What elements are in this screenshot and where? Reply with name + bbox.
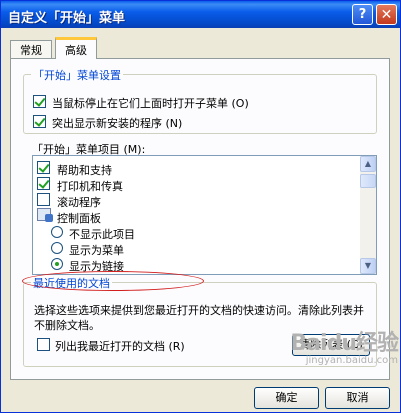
scroll-down-icon[interactable]: ▼ <box>360 258 376 274</box>
list-item-label: 不显示此项目 <box>69 228 135 241</box>
list-item-label: 打印机和传真 <box>57 180 123 193</box>
list-recent-documents-checkbox[interactable] <box>37 338 50 351</box>
tab-general[interactable]: 常规 <box>10 40 52 59</box>
start-menu-settings-group: 「开始」菜单设置 当鼠标停止在它们上面时打开子菜单 (O) 突出显示新安装的程序… <box>23 67 377 134</box>
ok-button[interactable]: 确定 <box>254 387 319 409</box>
annotation-ellipse <box>22 271 204 291</box>
tab-advanced[interactable]: 高级 <box>55 37 97 60</box>
control-panel-icon <box>37 208 53 222</box>
start-menu-items-list[interactable]: 帮助和支持 打印机和传真 滚动程序 控制面板 不显示此项目 显示为菜单 显示为链… <box>32 155 377 275</box>
list-item-label: 控制面板 <box>57 212 101 225</box>
tab-strip: 常规 高级 <box>10 35 390 60</box>
help-support-checkbox[interactable] <box>37 161 50 174</box>
display-as-link-radio[interactable] <box>51 258 63 270</box>
highlight-new-programs-checkbox[interactable] <box>33 115 46 128</box>
list-item-label: 帮助和支持 <box>57 164 112 177</box>
baidu-watermark: Baidu经验 jingyan.baidu.com <box>286 331 399 377</box>
highlight-new-programs-label[interactable]: 突出显示新安装的程序 (N) <box>52 115 182 131</box>
display-as-menu-radio[interactable] <box>51 242 63 254</box>
watermark-title: Baidu经验 <box>290 331 399 356</box>
scroll-thumb[interactable] <box>360 174 376 188</box>
open-submenu-label[interactable]: 当鼠标停止在它们上面时打开子菜单 (O) <box>52 95 249 111</box>
list-scrollbar[interactable]: ▲ ▼ <box>360 156 376 274</box>
recent-documents-description: 选择这些选项来提供到您最近打开的文档的快速访问。清除此列表并不删除文档。 <box>34 304 364 332</box>
cancel-button[interactable]: 取消 <box>325 387 390 409</box>
close-button[interactable]: ✕ <box>376 4 397 25</box>
open-submenu-checkbox[interactable] <box>33 95 46 108</box>
list-item-label: 滚动程序 <box>57 196 101 209</box>
list-item-label: 显示为菜单 <box>69 244 124 257</box>
window-title: 自定义「开始」菜单 <box>8 11 126 26</box>
help-button[interactable]: ? <box>352 4 373 25</box>
scroll-up-icon[interactable]: ▲ <box>360 156 376 172</box>
printers-checkbox[interactable] <box>37 177 50 190</box>
list-recent-documents-label[interactable]: 列出我最近打开的文档 (R) <box>55 338 185 354</box>
dont-display-radio[interactable] <box>51 226 63 238</box>
customize-start-menu-dialog: 自定义「开始」菜单 ? ✕ 常规 高级 「开始」菜单设置 当鼠标停止在它们上面时… <box>0 0 401 413</box>
scroll-programs-checkbox[interactable] <box>37 193 50 206</box>
start-menu-settings-legend: 「开始」菜单设置 <box>31 67 123 83</box>
title-bar[interactable]: 自定义「开始」菜单 ? ✕ <box>1 1 400 28</box>
